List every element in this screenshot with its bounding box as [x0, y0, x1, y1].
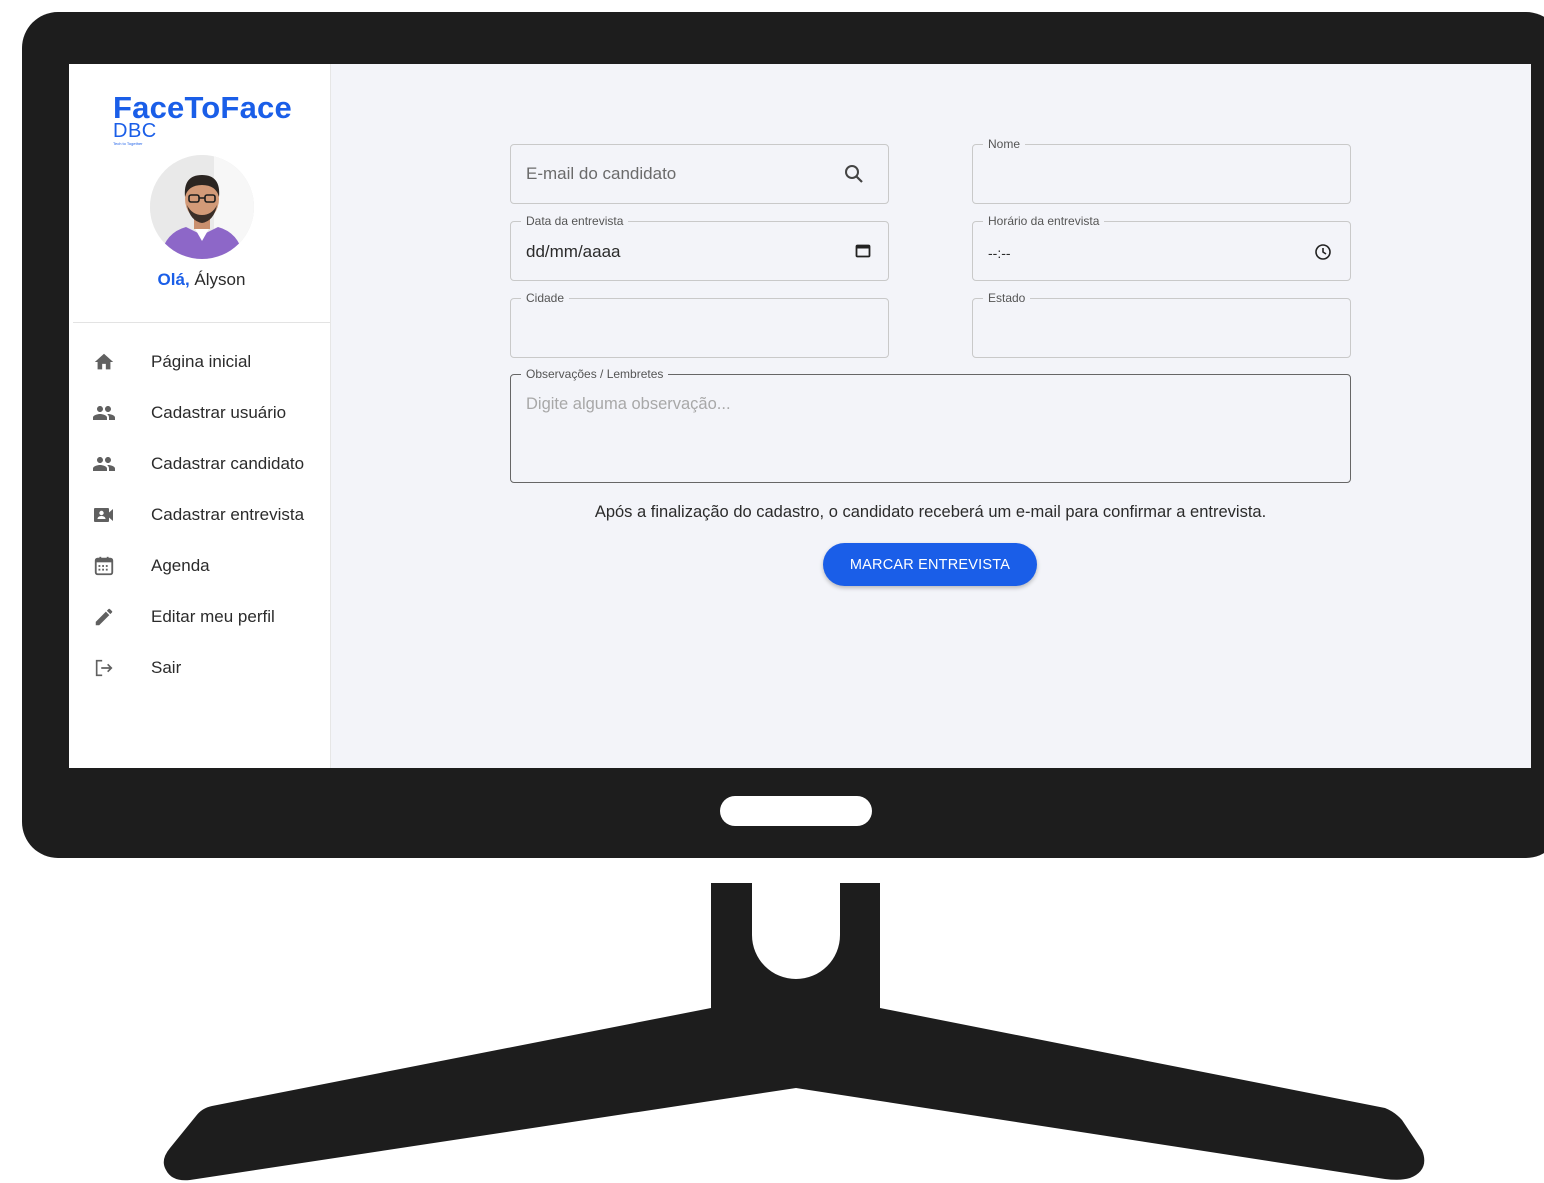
horario-entrevista-input[interactable]: --:--	[988, 245, 1011, 261]
sidebar-divider	[73, 322, 330, 323]
estado-field[interactable]: Estado	[972, 291, 1351, 358]
home-icon	[92, 350, 116, 374]
avatar[interactable]	[150, 155, 254, 259]
sidebar-item-label: Cadastrar usuário	[151, 402, 287, 422]
nome-field[interactable]: Nome	[972, 137, 1351, 204]
sidebar-item-label: Editar meu perfil	[151, 606, 275, 626]
pencil-icon	[92, 605, 116, 629]
observacoes-field[interactable]: Observações / Lembretes Digite alguma ob…	[510, 367, 1351, 483]
calendar-icon	[92, 554, 116, 578]
nome-label: Nome	[983, 137, 1026, 151]
avatar-photo	[150, 155, 254, 259]
logout-icon	[92, 656, 116, 680]
search-icon[interactable]	[842, 162, 866, 191]
sidebar-item-editar-perfil[interactable]: Editar meu perfil	[69, 591, 330, 642]
brand-tagline: Tech to Together	[113, 141, 143, 146]
email-search-field[interactable]: E-mail do candidato	[510, 144, 889, 204]
data-entrevista-label: Data da entrevista	[521, 214, 629, 228]
cidade-label: Cidade	[521, 291, 570, 305]
clock-icon[interactable]	[1314, 243, 1332, 266]
horario-entrevista-label: Horário da entrevista	[983, 214, 1105, 228]
people-icon	[92, 452, 116, 476]
observacoes-label: Observações / Lembretes	[521, 367, 669, 381]
sidebar-item-pagina-inicial[interactable]: Página inicial	[69, 336, 330, 387]
sidebar-item-cadastrar-usuario[interactable]: Cadastrar usuário	[69, 387, 330, 438]
app-screen: FaceToFace DBC Tech to Together Olá, Ály…	[69, 64, 1531, 768]
data-entrevista-input[interactable]: dd/mm/aaaa	[526, 242, 621, 262]
sidebar-item-label: Sair	[151, 657, 182, 677]
data-entrevista-field[interactable]: Data da entrevista dd/mm/aaaa	[510, 214, 889, 281]
cidade-field[interactable]: Cidade	[510, 291, 889, 358]
horario-entrevista-field[interactable]: Horário da entrevista --:--	[972, 214, 1351, 281]
marcar-entrevista-button[interactable]: MARCAR ENTREVISTA	[823, 543, 1037, 586]
observacoes-textarea[interactable]: Digite alguma observação...	[526, 395, 731, 414]
email-search-input[interactable]: E-mail do candidato	[526, 164, 676, 184]
sidebar-item-label: Cadastrar candidato	[151, 453, 305, 473]
sidebar-item-label: Agenda	[151, 555, 210, 575]
video-icon	[92, 503, 116, 527]
brand-name: FaceToFace	[113, 90, 292, 125]
brand-logo[interactable]: FaceToFace DBC Tech to Together	[113, 92, 292, 146]
sidebar-item-agenda[interactable]: Agenda	[69, 540, 330, 591]
confirmation-note: Após a finalização do cadastro, o candid…	[594, 503, 1267, 521]
sidebar-nav: Página inicial Cadastrar usuário Cadastr…	[69, 336, 330, 693]
greeting-prefix: Olá,	[157, 270, 190, 289]
sidebar: FaceToFace DBC Tech to Together Olá, Ály…	[69, 64, 331, 768]
sidebar-item-sair[interactable]: Sair	[69, 642, 330, 693]
calendar-icon[interactable]	[855, 243, 871, 264]
sidebar-item-cadastrar-entrevista[interactable]: Cadastrar entrevista	[69, 489, 330, 540]
sidebar-item-cadastrar-candidato[interactable]: Cadastrar candidato	[69, 438, 330, 489]
sidebar-item-label: Página inicial	[151, 351, 252, 371]
people-icon	[92, 401, 116, 425]
greeting: Olá, Ályson	[69, 270, 334, 290]
sidebar-item-label: Cadastrar entrevista	[151, 504, 305, 524]
estado-label: Estado	[983, 291, 1031, 305]
user-name: Ályson	[194, 270, 246, 289]
